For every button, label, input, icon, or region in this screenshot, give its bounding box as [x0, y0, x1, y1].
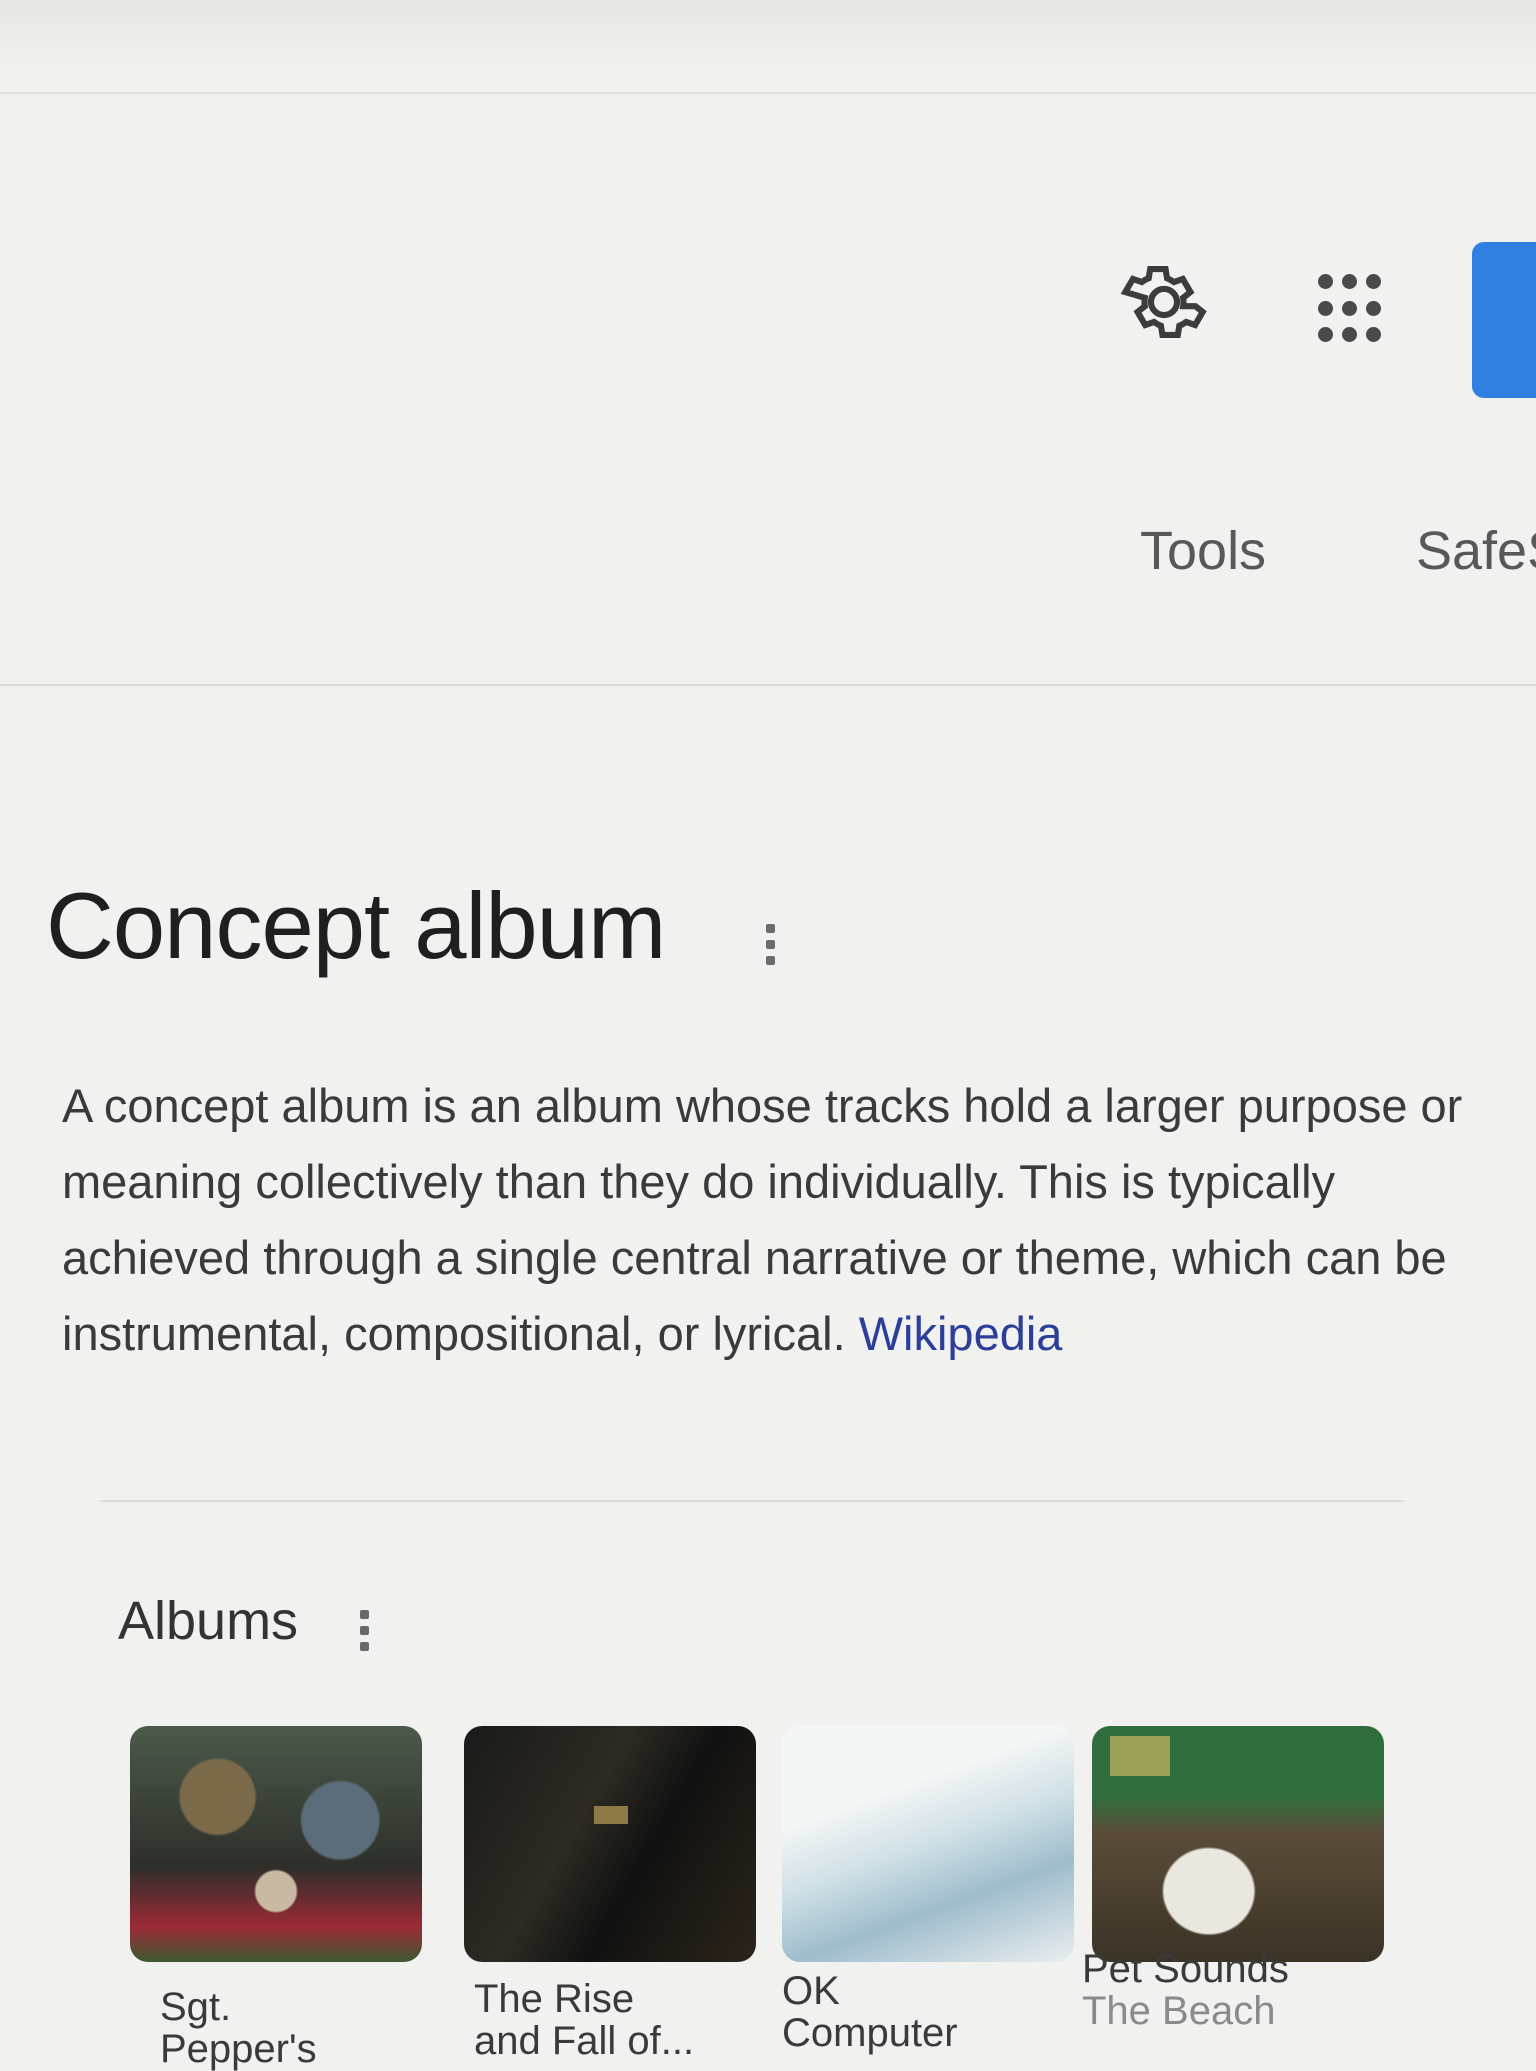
more-options-icon[interactable]: [766, 924, 778, 965]
safesearch-tab[interactable]: SafeS: [1416, 520, 1536, 582]
album-caption[interactable]: Pet Sounds The Beach: [1082, 1948, 1289, 2032]
album-cover-ziggy-stardust[interactable]: [464, 1726, 756, 1962]
apps-grid-icon[interactable]: [1318, 274, 1390, 346]
sign-in-button[interactable]: [1472, 242, 1536, 398]
album-cover-pet-sounds[interactable]: [1092, 1726, 1384, 1962]
album-title: OK: [782, 1969, 840, 2013]
albums-heading: Albums: [118, 1591, 299, 1651]
albums-more-icon[interactable]: [360, 1610, 372, 1651]
album-caption[interactable]: Sgt. Pepper's: [160, 1986, 317, 2070]
album-title-line2: Pepper's: [160, 2027, 317, 2071]
wikipedia-link[interactable]: Wikipedia: [859, 1307, 1063, 1360]
top-divider: [0, 92, 1536, 94]
album-title: Pet Sounds: [1082, 1947, 1289, 1991]
page-title: Concept album: [46, 873, 666, 978]
description-text: A concept album is an album whose tracks…: [62, 1079, 1463, 1360]
album-title-line2: and Fall of...: [474, 2019, 695, 2063]
album-title: Sgt.: [160, 1985, 232, 2029]
album-title: The Rise: [474, 1977, 635, 2021]
tabs-divider: [0, 684, 1536, 686]
browser-top: [0, 0, 1536, 70]
gear-icon[interactable]: [1118, 256, 1210, 348]
album-artist: The Beach: [1082, 1989, 1276, 2033]
album-cover-sgt-peppers[interactable]: [130, 1726, 422, 1962]
album-caption[interactable]: The Rise and Fall of...: [474, 1978, 694, 2062]
album-cover-ok-computer[interactable]: [782, 1726, 1074, 1962]
tools-tab[interactable]: Tools: [1140, 520, 1266, 582]
section-divider: [100, 1500, 1404, 1502]
album-caption[interactable]: OK Computer: [782, 1970, 958, 2054]
description: A concept album is an album whose tracks…: [62, 1068, 1472, 1372]
